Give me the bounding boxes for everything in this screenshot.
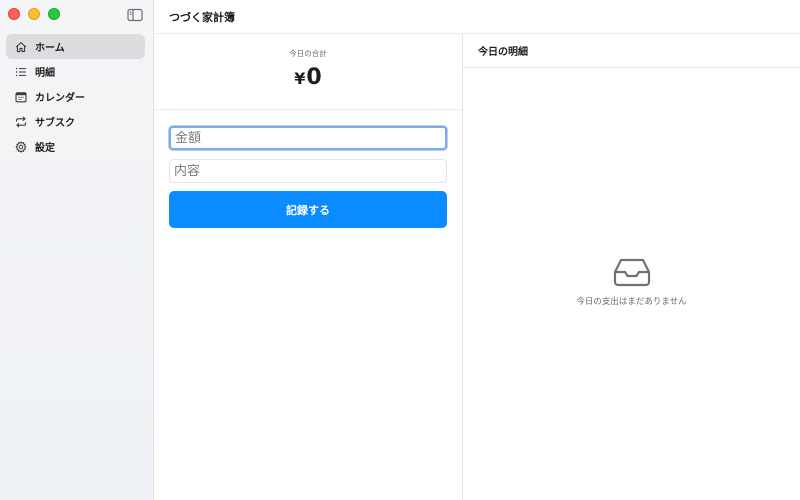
- app-window: ホーム 明細 カレンダー サブスク 設定 つづく家計簿 今日の合計 ¥0 金額 …: [0, 0, 800, 500]
- house-icon: [15, 41, 27, 53]
- repeat-icon: [15, 116, 27, 128]
- description-input[interactable]: [169, 159, 447, 183]
- sidebar-nav: ホーム 明細 カレンダー サブスク 設定: [6, 34, 145, 159]
- sidebar-item-settings[interactable]: 設定: [6, 134, 145, 159]
- sidebar-item-label: 設定: [35, 143, 55, 154]
- window-title: つづく家計簿: [154, 0, 800, 34]
- gear-icon: [15, 140, 27, 153]
- sidebar-item-label: サブスク: [35, 118, 75, 129]
- details-header: 今日の明細: [463, 34, 800, 68]
- sidebar-item-subscriptions[interactable]: サブスク: [6, 109, 145, 134]
- zoom-window-button[interactable]: [48, 8, 60, 20]
- today-total: 今日の合計 ¥0: [154, 34, 462, 110]
- today-total-value: ¥0: [294, 65, 321, 90]
- close-window-button[interactable]: [8, 8, 20, 20]
- sidebar: ホーム 明細 カレンダー サブスク 設定: [0, 0, 154, 500]
- sidebar-toggle-icon[interactable]: [127, 7, 143, 22]
- inbox-icon: [613, 257, 651, 287]
- sidebar-item-label: カレンダー: [35, 93, 85, 104]
- currency-symbol: ¥: [294, 69, 306, 88]
- sidebar-item-calendar[interactable]: カレンダー: [6, 84, 145, 109]
- sidebar-item-label: 明細: [35, 68, 55, 79]
- sidebar-item-details[interactable]: 明細: [6, 59, 145, 84]
- amount-input[interactable]: [169, 126, 447, 150]
- empty-message: 今日の支出はまだありません: [576, 297, 687, 307]
- entry-pane: 今日の合計 ¥0 記録する: [154, 34, 463, 500]
- sidebar-item-label: ホーム: [35, 43, 65, 54]
- details-pane: 今日の明細 今日の支出はまだありません: [463, 34, 800, 500]
- content: 今日の合計 ¥0 記録する 今日の明細: [154, 34, 800, 500]
- window-controls: [8, 8, 60, 20]
- record-button[interactable]: 記録する: [169, 191, 447, 228]
- sidebar-item-home[interactable]: ホーム: [6, 34, 145, 59]
- today-total-label: 今日の合計: [289, 49, 327, 58]
- minimize-window-button[interactable]: [28, 8, 40, 20]
- expense-form: 記録する: [154, 110, 462, 228]
- list-icon: [15, 66, 27, 78]
- main-area: つづく家計簿 今日の合計 ¥0 記録する 今日の明細: [154, 0, 800, 500]
- today-total-amount: 0: [306, 65, 322, 90]
- calendar-icon: [15, 91, 27, 103]
- empty-state: 今日の支出はまだありません: [463, 68, 800, 500]
